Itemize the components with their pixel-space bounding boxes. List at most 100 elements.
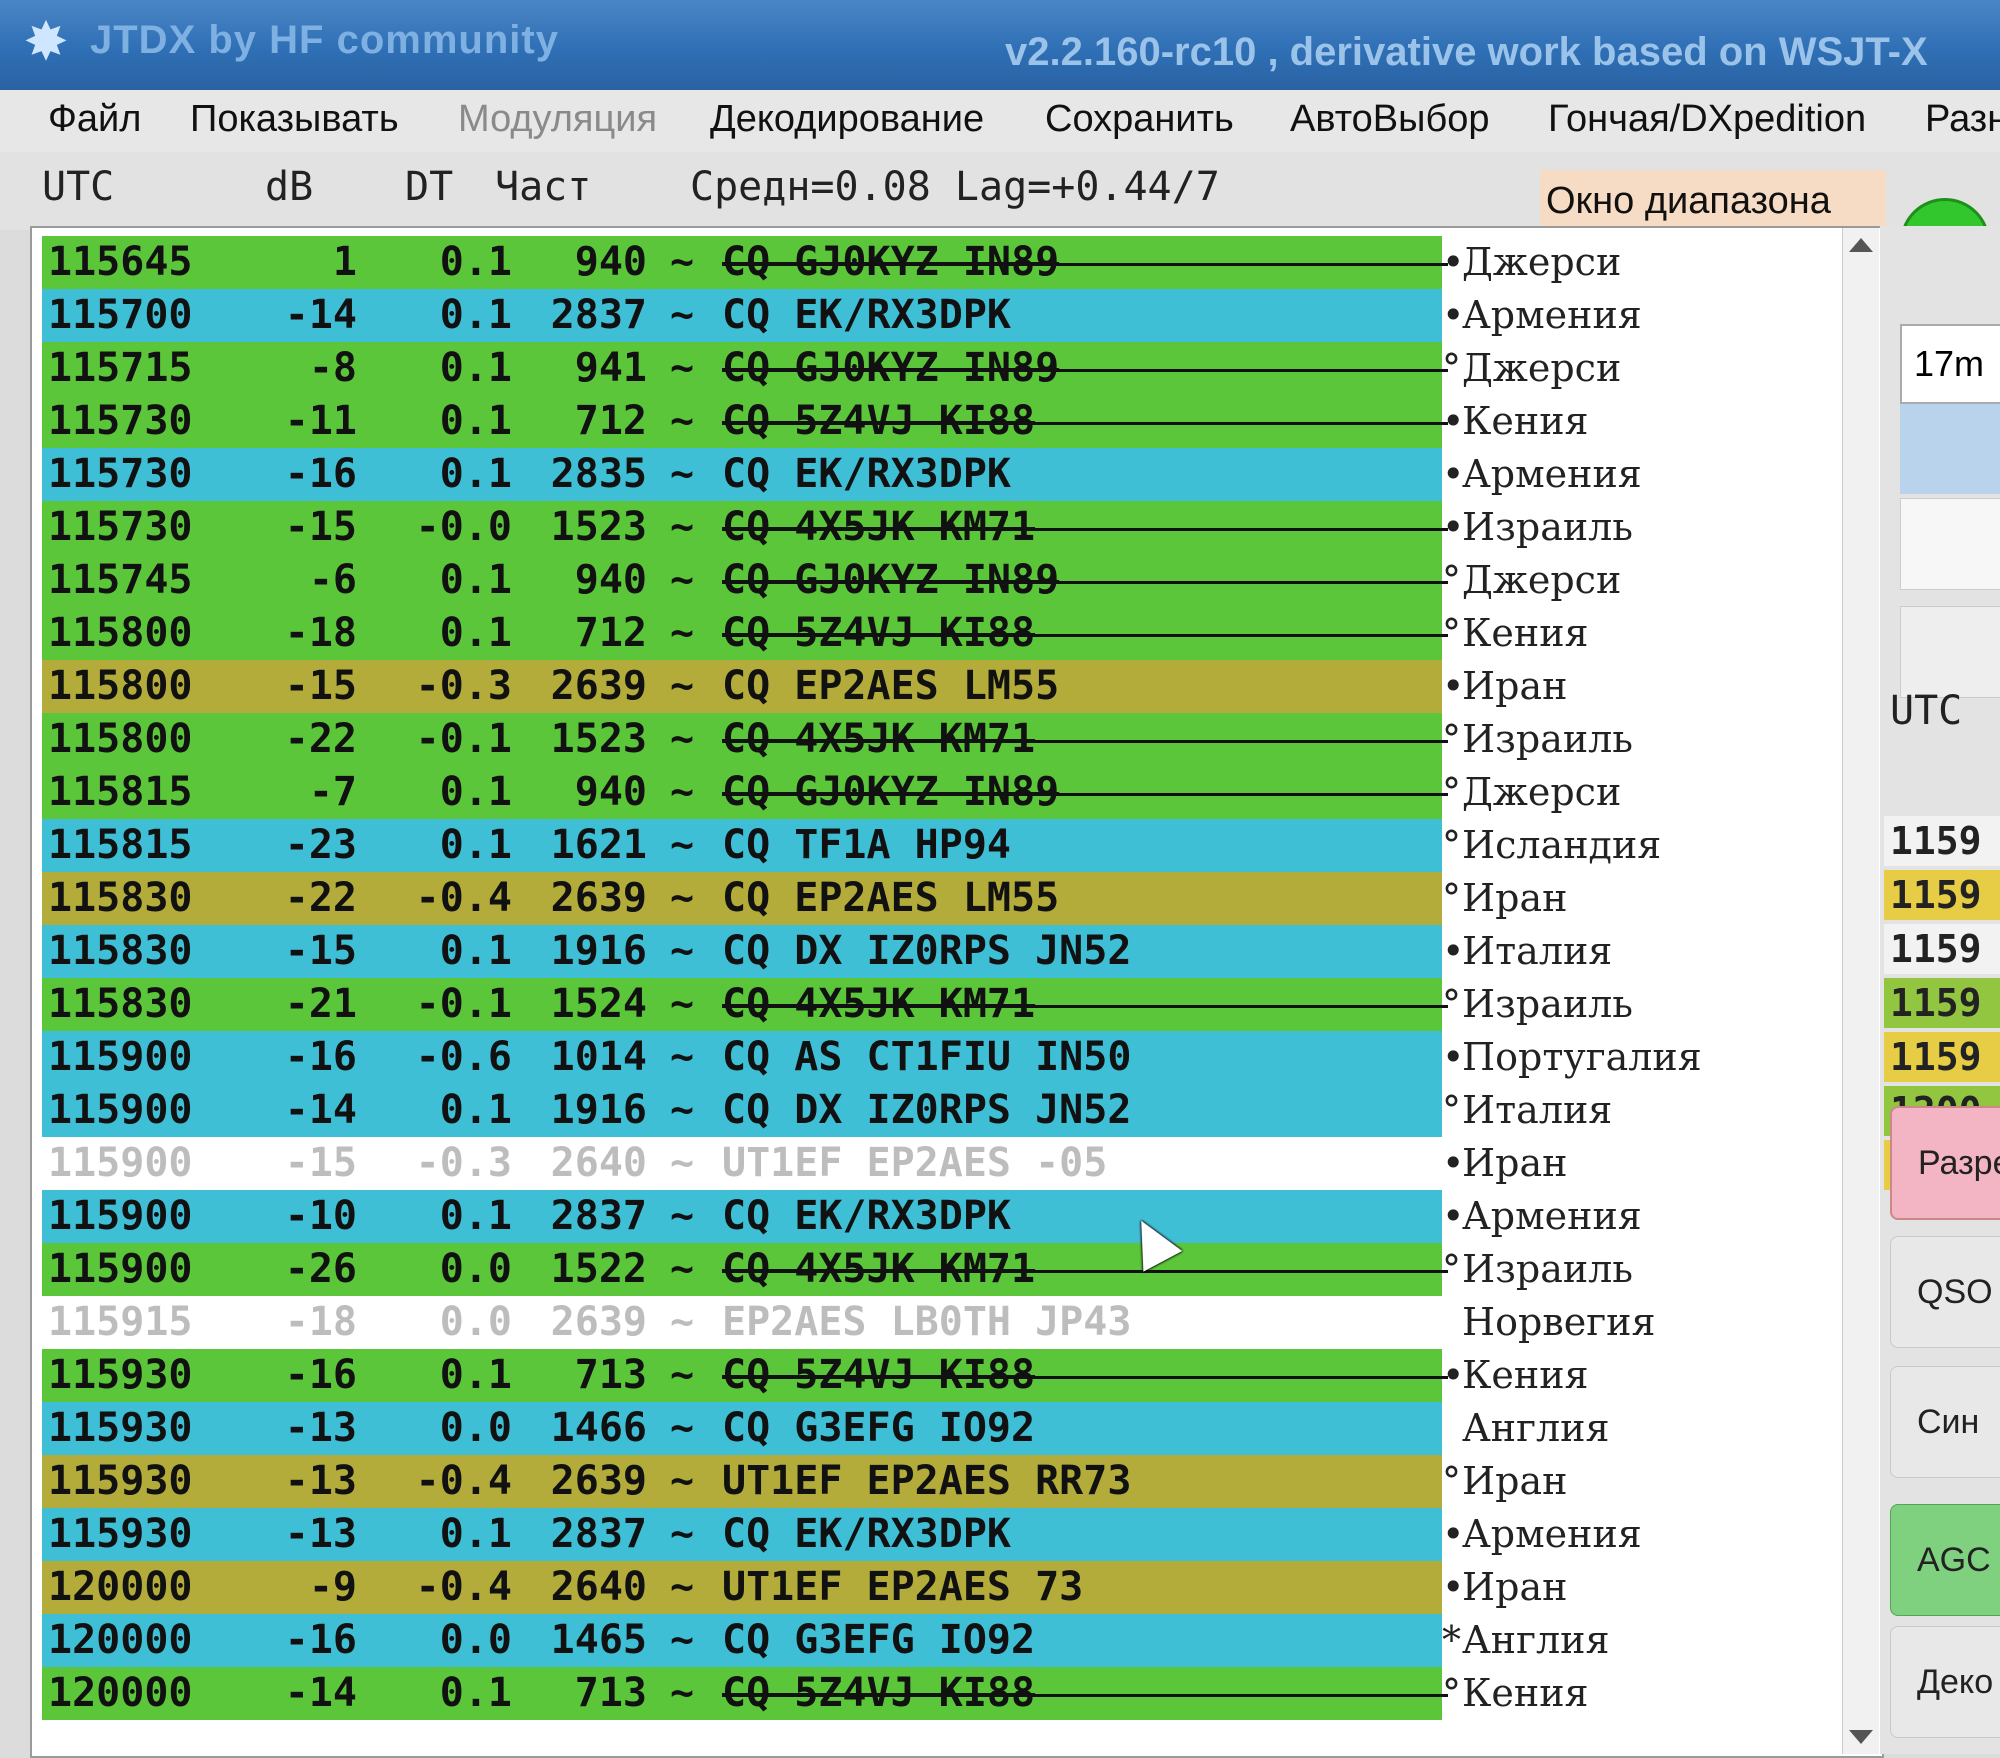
decode-mode-marker: ~ [670,1140,695,1186]
band-window-label[interactable]: Окно диапазона [1540,170,1886,232]
menu-misc[interactable]: Разн [1925,98,2000,141]
decode-row[interactable]: 115815 -23 0.1 1621 CQ TF1A HP94 ~ [42,819,1442,872]
agc-button[interactable]: AGC [1890,1504,2000,1616]
decode-freq: 713 [574,1670,647,1716]
decode-row[interactable]: 115915 -18 0.0 2639 EP2AES LB0TH JP43 ~ [42,1296,1442,1349]
decode-dt: -0.6 [415,1034,512,1080]
decode-row[interactable]: 115900 -14 0.1 1916 CQ DX IZ0RPS JN52 ~ [42,1084,1442,1137]
decode-row[interactable]: 115900 -10 0.1 2837 CQ EK/RX3DPK ~ [42,1190,1442,1243]
decode-row[interactable]: 115730 -15 -0.0 1523 CQ 4X5JK KM71 ~ [42,501,1448,554]
dxcc-status-marker: ° [1442,717,1461,761]
decode-row[interactable]: 115800 -18 0.1 712 CQ 5Z4VJ KI88 ~ [42,607,1448,660]
decode-message: CQ 4X5JK KM71 [722,504,1036,550]
mini-utc-item[interactable]: 1159 [1884,924,2000,974]
menu-file[interactable]: Файл [48,98,141,141]
scroll-down-icon[interactable] [1849,1730,1873,1744]
decode-row[interactable]: 115930 -13 0.1 2837 CQ EK/RX3DPK ~ [42,1508,1442,1561]
mini-utc-item[interactable]: 1159 [1884,870,2000,920]
mini-utc-item[interactable]: 1159 [1884,978,2000,1028]
decode-row[interactable]: 115900 -16 -0.6 1014 CQ AS CT1FIU IN50 ~ [42,1031,1442,1084]
decode-row[interactable]: 115645 1 0.1 940 CQ GJ0KYZ IN89 ~ [42,236,1448,289]
decode-dt: -0.3 [415,663,512,709]
decode-row[interactable]: 120000 -14 0.1 713 CQ 5Z4VJ KI88 ~ [42,1667,1448,1720]
decode-freq: 1621 [550,822,647,868]
decode-dt: 0.1 [439,610,512,656]
country-label: *Англия [1442,1614,1772,1667]
frequency-field[interactable] [1900,498,2000,590]
decode-utc: 120000 [48,1670,193,1716]
decode-row[interactable]: 115730 -11 0.1 712 CQ 5Z4VJ KI88 ~ [42,395,1448,448]
decode-row[interactable]: 115930 -13 0.0 1466 CQ G3EFG IO92 ~ [42,1402,1442,1455]
decode-dt: -0.3 [415,1140,512,1186]
decode-dt: 0.1 [439,928,512,974]
dxcc-status-marker: • [1442,1565,1465,1609]
dxcc-status-marker: • [1442,929,1465,973]
mini-utc-item[interactable]: 1159 [1884,1032,2000,1082]
menu-hound-dxpedition[interactable]: Гончая/DXpedition [1548,98,1866,141]
decode-row[interactable]: 115830 -21 -0.1 1524 CQ 4X5JK KM71 ~ [42,978,1448,1031]
country-label: °Италия [1442,1084,1772,1137]
decode-dt: 0.0 [439,1405,512,1451]
decode-db: -15 [284,663,357,709]
decode-dt: 0.1 [439,292,512,338]
decode-message: CQ AS CT1FIU IN50 [722,1034,1132,1080]
qso-button[interactable]: QSO в [1890,1236,2000,1348]
country-name: Кения [1462,611,1589,655]
decode-row[interactable]: 115800 -22 -0.1 1523 CQ 4X5JK KM71 ~ [42,713,1448,766]
decode-utc: 115800 [48,663,193,709]
decode-row[interactable]: 115930 -16 0.1 713 CQ 5Z4VJ KI88 ~ [42,1349,1448,1402]
frequency-control[interactable] [1900,606,2000,698]
sync-button[interactable]: Син [1890,1366,2000,1478]
decode-button[interactable]: Деко [1890,1626,2000,1738]
country-name: Италия [1462,1088,1613,1132]
enable-tx-button[interactable]: Разре [1890,1106,2000,1220]
decode-freq: 1522 [550,1246,647,1292]
decode-db: -15 [284,1140,357,1186]
app-star-icon: ✸ [23,10,69,73]
decode-dt: -0.4 [415,1458,512,1504]
decode-row[interactable]: 115730 -16 0.1 2835 CQ EK/RX3DPK ~ [42,448,1442,501]
dxcc-status-marker: • [1442,1141,1465,1185]
decode-scrollbar[interactable] [1842,228,1879,1754]
frequency-display [1900,404,2000,494]
decode-row[interactable]: 120000 -9 -0.4 2640 UT1EF EP2AES 73 ~ [42,1561,1442,1614]
menu-view[interactable]: Показывать [190,98,399,141]
decode-row[interactable]: 115930 -13 -0.4 2639 UT1EF EP2AES RR73 ~ [42,1455,1442,1508]
decode-row[interactable]: 115745 -6 0.1 940 CQ GJ0KYZ IN89 ~ [42,554,1448,607]
band-activity-panel[interactable]: 115645 1 0.1 940 CQ GJ0KYZ IN89 ~115700 -14 0.1… [30,226,1884,1758]
decode-row[interactable]: 115900 -15 -0.3 2640 UT1EF EP2AES -05 ~ [42,1137,1442,1190]
decode-row[interactable]: 120000 -16 0.0 1465 CQ G3EFG IO92 ~ [42,1614,1442,1667]
mini-utc-item[interactable]: 1159 [1884,816,2000,866]
dxcc-status-marker: • [1442,505,1465,549]
decode-db: -13 [284,1511,357,1557]
decode-row[interactable]: 115830 -22 -0.4 2639 CQ EP2AES LM55 ~ [42,872,1442,925]
decode-message: CQ TF1A HP94 [722,822,1011,868]
decode-db: -16 [284,1352,357,1398]
menu-decode[interactable]: Декодирование [710,98,984,141]
decode-row[interactable]: 115830 -15 0.1 1916 CQ DX IZ0RPS JN52 ~ [42,925,1442,978]
menu-mode[interactable]: Модуляция [458,98,657,141]
decode-message: CQ DX IZ0RPS JN52 [722,1087,1132,1133]
decode-row[interactable]: 115900 -26 0.0 1522 CQ 4X5JK KM71 ~ [42,1243,1448,1296]
decode-row[interactable]: 115800 -15 -0.3 2639 CQ EP2AES LM55 ~ [42,660,1442,713]
decode-utc: 115930 [48,1405,193,1451]
country-label: °Исландия [1442,819,1772,872]
country-name: Армения [1462,452,1642,496]
decode-db: -22 [284,716,357,762]
decode-row[interactable]: 115700 -14 0.1 2837 CQ EK/RX3DPK ~ [42,289,1442,342]
decode-dt: -0.1 [415,716,512,762]
decode-mode-marker: ~ [670,451,695,497]
decode-dt: 0.1 [439,1193,512,1239]
decode-dt: -0.1 [415,981,512,1027]
decode-freq: 2640 [550,1564,647,1610]
decode-dt: 0.1 [439,1511,512,1557]
country-name: Джерси [1462,770,1622,814]
decode-dt: 0.1 [439,822,512,868]
scroll-up-icon[interactable] [1849,238,1873,252]
menu-save[interactable]: Сохранить [1045,98,1234,141]
decode-row[interactable]: 115715 -8 0.1 941 CQ GJ0KYZ IN89 ~ [42,342,1448,395]
menu-autoselect[interactable]: АвтоВыбор [1290,98,1490,141]
decode-db: -16 [284,451,357,497]
decode-row[interactable]: 115815 -7 0.1 940 CQ GJ0KYZ IN89 ~ [42,766,1448,819]
band-selector[interactable]: 17m [1900,324,2000,404]
